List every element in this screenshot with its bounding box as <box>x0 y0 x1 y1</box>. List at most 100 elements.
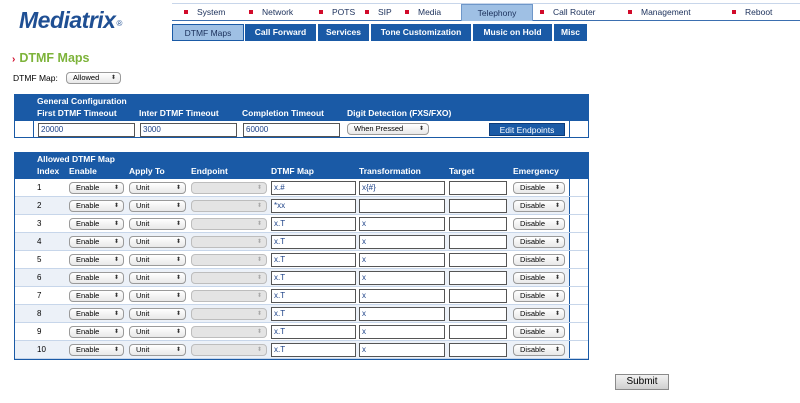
tab-misc[interactable]: Misc <box>554 24 588 41</box>
tab-music-on-hold[interactable]: Music on Hold <box>473 24 553 41</box>
row-emergency-select[interactable]: Disable ⬍ <box>513 182 565 194</box>
tab-call-forward[interactable]: Call Forward <box>245 24 317 41</box>
row-transformation-input[interactable]: x <box>359 343 445 357</box>
row-dtmf-map-input[interactable]: x.T <box>271 271 356 285</box>
row-enable-select[interactable]: Enable ⬍ <box>69 182 124 194</box>
row-endpoint-select[interactable]: ⬍ <box>191 200 267 212</box>
top-nav-management[interactable]: Management <box>628 4 691 21</box>
chevron-updown-icon: ⬍ <box>256 293 262 299</box>
row-target-input[interactable] <box>449 307 507 321</box>
row-transformation-input[interactable]: x <box>359 271 445 285</box>
row-target-input[interactable] <box>449 271 507 285</box>
top-nav-media[interactable]: Media <box>405 4 441 21</box>
submit-button[interactable]: Submit <box>615 374 669 390</box>
row-index: 6 <box>37 273 42 282</box>
row-dtmf-map-input[interactable]: x.T <box>271 289 356 303</box>
top-nav-system[interactable]: System <box>184 4 225 21</box>
row-target-input[interactable] <box>449 199 507 213</box>
row-transformation-input[interactable]: x <box>359 253 445 267</box>
inter-dtmf-timeout-input[interactable]: 3000 <box>140 123 237 137</box>
row-enable-select[interactable]: Enable ⬍ <box>69 308 124 320</box>
top-nav-reboot[interactable]: Reboot <box>732 4 772 21</box>
row-emergency-select[interactable]: Disable ⬍ <box>513 308 565 320</box>
row-apply-to-select[interactable]: Unit ⬍ <box>129 272 186 284</box>
row-apply-to-select[interactable]: Unit ⬍ <box>129 236 186 248</box>
row-transformation-input[interactable]: x{#} <box>359 181 445 195</box>
row-enable-select[interactable]: Enable ⬍ <box>69 254 124 266</box>
row-endpoint-select[interactable]: ⬍ <box>191 218 267 230</box>
top-nav-telephony[interactable]: Telephony <box>461 4 533 21</box>
tab-tone-customization[interactable]: Tone Customization <box>371 24 472 41</box>
row-endpoint-select[interactable]: ⬍ <box>191 344 267 356</box>
row-apply-to-select[interactable]: Unit ⬍ <box>129 218 186 230</box>
dtmf-map-select[interactable]: Allowed ⬍ <box>66 72 121 84</box>
row-transformation-input[interactable]: x <box>359 217 445 231</box>
row-dtmf-map-input[interactable]: x.T <box>271 253 356 267</box>
first-dtmf-timeout-input[interactable]: 20000 <box>38 123 135 137</box>
row-enable-select[interactable]: Enable ⬍ <box>69 344 124 356</box>
row-transformation-input[interactable]: x <box>359 289 445 303</box>
row-target-input[interactable] <box>449 235 507 249</box>
top-nav-network[interactable]: Network <box>249 4 293 21</box>
row-dtmf-map-input[interactable]: x.T <box>271 325 356 339</box>
row-dtmf-map-input[interactable]: x.T <box>271 343 356 357</box>
chevron-right-icon: › <box>12 54 16 65</box>
tab-dtmf-maps[interactable]: DTMF Maps <box>172 24 244 41</box>
row-target-input[interactable] <box>449 253 507 267</box>
row-emergency-select[interactable]: Disable ⬍ <box>513 254 565 266</box>
row-enable-select[interactable]: Enable ⬍ <box>69 272 124 284</box>
row-apply-to-select[interactable]: Unit ⬍ <box>129 326 186 338</box>
row-endpoint-select[interactable]: ⬍ <box>191 326 267 338</box>
row-apply-to-select[interactable]: Unit ⬍ <box>129 254 186 266</box>
completion-timeout-input[interactable]: 60000 <box>243 123 340 137</box>
row-target-input[interactable] <box>449 217 507 231</box>
row-emergency-select[interactable]: Disable ⬍ <box>513 218 565 230</box>
row-apply-to-select[interactable]: Unit ⬍ <box>129 344 186 356</box>
row-emergency-select[interactable]: Disable ⬍ <box>513 290 565 302</box>
row-dtmf-map-input[interactable]: x.T <box>271 307 356 321</box>
inter-timeout-header: Inter DTMF Timeout <box>139 108 219 118</box>
row-transformation-input[interactable]: x <box>359 235 445 249</box>
row-emergency-select[interactable]: Disable ⬍ <box>513 272 565 284</box>
row-emergency-select[interactable]: Disable ⬍ <box>513 236 565 248</box>
row-dtmf-map-input[interactable]: x.T <box>271 217 356 231</box>
row-enable-select[interactable]: Enable ⬍ <box>69 218 124 230</box>
row-emergency-select[interactable]: Disable ⬍ <box>513 326 565 338</box>
row-endpoint-select[interactable]: ⬍ <box>191 182 267 194</box>
chevron-updown-icon: ⬍ <box>113 239 119 245</box>
row-target-input[interactable] <box>449 289 507 303</box>
row-enable-select[interactable]: Enable ⬍ <box>69 236 124 248</box>
digit-detection-select[interactable]: When Pressed ⬍ <box>347 123 429 135</box>
row-target-input[interactable] <box>449 325 507 339</box>
row-endpoint-select[interactable]: ⬍ <box>191 236 267 248</box>
row-enable-select[interactable]: Enable ⬍ <box>69 326 124 338</box>
row-transformation-input[interactable]: x <box>359 307 445 321</box>
top-nav-sip[interactable]: SIP <box>365 4 392 21</box>
tab-services[interactable]: Services <box>318 24 370 41</box>
bullet-icon <box>628 9 632 14</box>
row-transformation-input[interactable]: x <box>359 325 445 339</box>
chevron-updown-icon: ⬍ <box>418 126 424 132</box>
row-target-input[interactable] <box>449 343 507 357</box>
row-apply-to-select[interactable]: Unit ⬍ <box>129 200 186 212</box>
row-endpoint-select[interactable]: ⬍ <box>191 272 267 284</box>
row-endpoint-select[interactable]: ⬍ <box>191 290 267 302</box>
row-enable-select[interactable]: Enable ⬍ <box>69 200 124 212</box>
row-apply-to-select[interactable]: Unit ⬍ <box>129 182 186 194</box>
allowed-dtmf-map-title: Allowed DTMF Map <box>37 154 115 164</box>
row-apply-to-select[interactable]: Unit ⬍ <box>129 308 186 320</box>
row-transformation-input[interactable] <box>359 199 445 213</box>
row-enable-select[interactable]: Enable ⬍ <box>69 290 124 302</box>
row-apply-to-select[interactable]: Unit ⬍ <box>129 290 186 302</box>
row-dtmf-map-input[interactable]: x.# <box>271 181 356 195</box>
row-dtmf-map-input[interactable]: *xx <box>271 199 356 213</box>
row-endpoint-select[interactable]: ⬍ <box>191 254 267 266</box>
row-emergency-select[interactable]: Disable ⬍ <box>513 200 565 212</box>
row-target-input[interactable] <box>449 181 507 195</box>
row-dtmf-map-input[interactable]: x.T <box>271 235 356 249</box>
edit-endpoints-button[interactable]: Edit Endpoints <box>489 123 565 136</box>
top-nav-pots[interactable]: POTS <box>319 4 355 21</box>
row-endpoint-select[interactable]: ⬍ <box>191 308 267 320</box>
top-nav-call-router[interactable]: Call Router <box>540 4 596 21</box>
row-emergency-select[interactable]: Disable ⬍ <box>513 344 565 356</box>
